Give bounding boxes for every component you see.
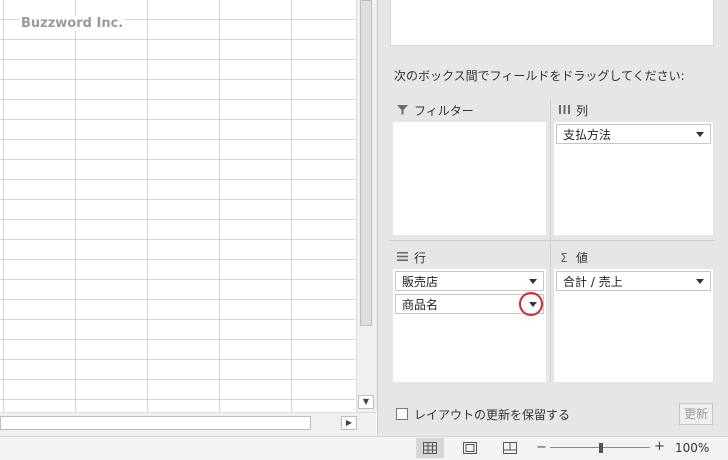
triangle-down-icon: ▼ <box>362 397 370 406</box>
zoom-out-button[interactable]: − <box>536 440 547 455</box>
watermark: Buzzword Inc. <box>19 16 126 31</box>
field-list-box[interactable] <box>390 0 714 46</box>
field-label: 販売店 <box>402 274 439 289</box>
status-bar <box>0 436 728 460</box>
columns-area-header: 列 <box>558 102 588 119</box>
columns-field-payment-method[interactable]: 支払方法 <box>556 124 711 144</box>
defer-update-label[interactable]: レイアウトの更新を保留する <box>414 406 570 423</box>
dropdown-arrow-icon[interactable] <box>529 278 537 284</box>
filter-icon <box>396 104 408 118</box>
horizontal-scroll-thumb[interactable] <box>0 416 311 430</box>
page-layout-view-button[interactable] <box>456 438 484 458</box>
scroll-down-button[interactable]: ▼ <box>358 395 374 409</box>
normal-view-button[interactable] <box>416 438 444 458</box>
values-field-sum-sales[interactable]: 合計 / 売上 <box>556 271 711 291</box>
area-divider-horizontal <box>390 240 714 241</box>
vertical-scroll-thumb[interactable] <box>360 0 372 326</box>
filters-area-header: フィルター <box>396 102 474 119</box>
dropdown-arrow-icon[interactable] <box>696 278 704 284</box>
rows-icon <box>396 251 408 265</box>
columns-icon <box>558 104 570 118</box>
columns-area-label: 列 <box>576 104 589 118</box>
defer-update-checkbox[interactable] <box>396 408 408 420</box>
rows-area-header: 行 <box>396 249 426 266</box>
page-layout-icon <box>463 442 477 454</box>
zoom-level[interactable]: 100% <box>675 441 709 455</box>
page-break-view-button[interactable] <box>496 438 524 458</box>
triangle-right-icon: ▶ <box>345 418 353 427</box>
worksheet-grid[interactable] <box>0 0 355 412</box>
field-label: 商品名 <box>402 297 439 312</box>
rows-area-label: 行 <box>414 251 427 265</box>
sigma-icon: Σ <box>560 250 568 265</box>
zoom-slider-thumb[interactable] <box>599 443 603 453</box>
values-area-label: 値 <box>576 251 589 265</box>
scroll-right-button[interactable]: ▶ <box>341 416 357 430</box>
rows-field-store[interactable]: 販売店 <box>395 271 544 291</box>
area-divider-vertical <box>550 100 551 382</box>
page-break-icon <box>503 442 517 454</box>
filters-area-label: フィルター <box>414 104 474 118</box>
zoom-in-button[interactable]: + <box>654 439 665 454</box>
drag-instruction: 次のボックス間でフィールドをドラッグしてください: <box>394 69 685 83</box>
field-label: 支払方法 <box>563 127 612 142</box>
field-label: 合計 / 売上 <box>563 274 623 289</box>
dropdown-arrow-icon[interactable] <box>696 131 704 137</box>
values-area-header: Σ 値 <box>558 249 588 266</box>
highlight-circle <box>519 292 543 316</box>
normal-view-icon <box>423 442 437 454</box>
filters-drop-zone[interactable] <box>393 122 546 235</box>
update-button[interactable]: 更新 <box>679 403 713 425</box>
